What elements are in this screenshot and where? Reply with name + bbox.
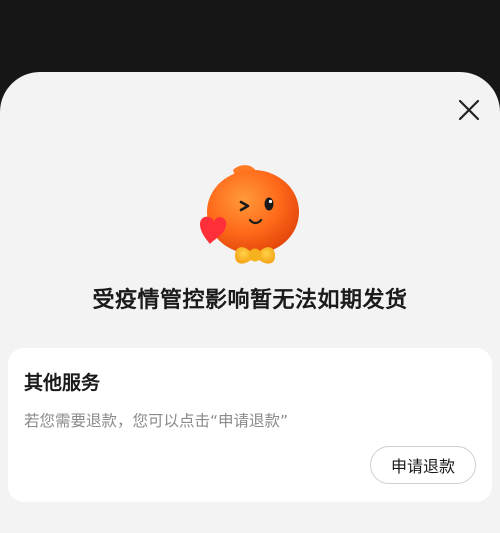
delivery-notice-sheet: 受疫情管控影响暂无法如期发货 其他服务 若您需要退款，您可以点击“申请退款” 申… <box>0 72 500 533</box>
delivery-delay-headline: 受疫情管控影响暂无法如期发货 <box>92 288 408 313</box>
close-button[interactable] <box>458 99 480 121</box>
apply-refund-button[interactable]: 申请退款 <box>370 446 476 484</box>
mascot-icon <box>200 165 299 264</box>
card-description: 若您需要退款，您可以点击“申请退款” <box>24 412 289 430</box>
close-icon <box>458 99 480 121</box>
other-services-card: 其他服务 若您需要退款，您可以点击“申请退款” 申请退款 <box>8 348 492 502</box>
card-title: 其他服务 <box>24 372 101 394</box>
